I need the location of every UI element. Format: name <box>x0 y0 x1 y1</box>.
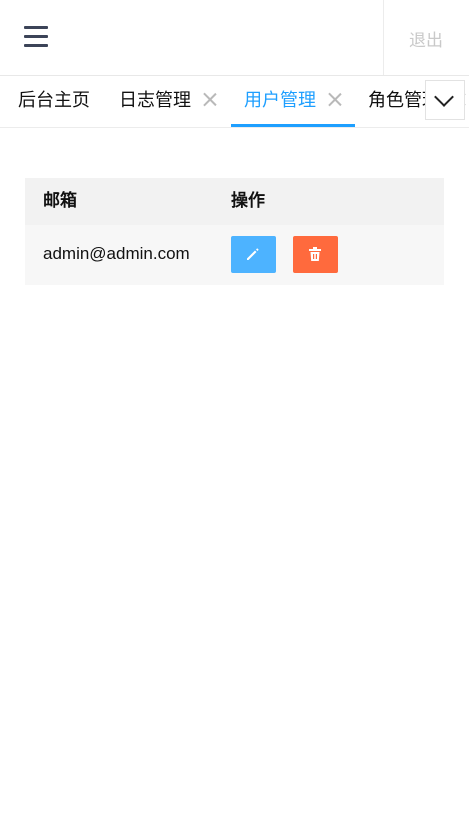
close-icon[interactable] <box>203 92 217 106</box>
active-tab-indicator <box>231 124 355 127</box>
table-row: admin@admin.com <box>25 225 444 285</box>
email-cell: admin@admin.com <box>43 244 190 263</box>
tab-home[interactable]: 后台主页 <box>18 76 90 127</box>
tab-label: 后台主页 <box>18 90 90 111</box>
table-header: 邮箱 操作 <box>25 178 444 225</box>
hamburger-menu-icon[interactable] <box>24 24 50 50</box>
tab-label: 用户管理 <box>244 90 316 111</box>
menu-line <box>24 26 48 29</box>
logout-area: 退出 <box>383 0 469 75</box>
top-header: 退出 <box>0 0 469 76</box>
user-table: 邮箱 操作 admin@admin.com <box>25 178 444 285</box>
chevron-down-icon <box>434 87 454 107</box>
menu-line <box>24 44 48 47</box>
column-header-actions: 操作 <box>231 191 265 211</box>
logout-button[interactable]: 退出 <box>409 26 443 51</box>
tab-log-management[interactable]: 日志管理 <box>119 76 217 127</box>
tabs-more-button[interactable] <box>425 80 465 120</box>
delete-button[interactable] <box>293 236 338 273</box>
tab-user-management[interactable]: 用户管理 <box>231 76 355 127</box>
column-header-email: 邮箱 <box>43 191 77 211</box>
edit-icon <box>247 248 259 260</box>
menu-line <box>24 35 48 38</box>
tab-label: 日志管理 <box>119 90 191 111</box>
close-icon[interactable] <box>328 92 342 106</box>
edit-button[interactable] <box>231 236 276 273</box>
tab-bar: 后台主页 日志管理 用户管理 角色管理 <box>0 76 469 128</box>
trash-icon <box>309 247 321 261</box>
